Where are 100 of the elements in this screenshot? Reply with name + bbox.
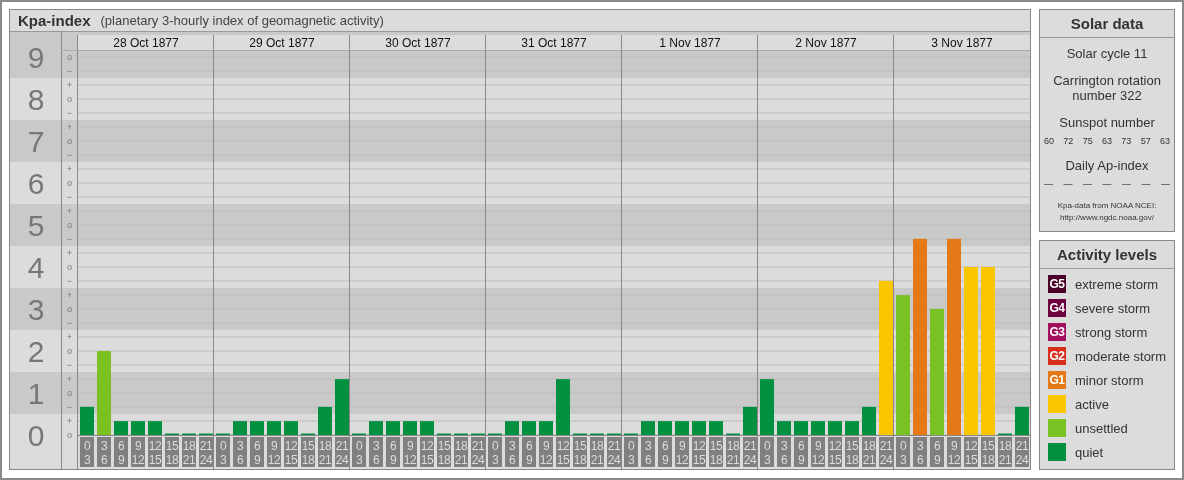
time-slot-label: 3 6 [97,437,111,467]
legend-label: strong storm [1075,324,1148,340]
y-subtick-label: o [67,136,72,146]
time-slot-label: 9 12 [267,437,281,467]
y-subtick-label: − [66,66,73,76]
time-slot-label: 21 24 [471,437,485,467]
legend-swatch: G2 [1048,347,1066,365]
y-subtick-label: − [66,318,73,328]
time-slot-label: 15 18 [709,437,723,467]
time-slot-label: 12 15 [692,437,706,467]
panel-title: Activity levels [1040,241,1175,269]
time-slot-label: 18 21 [998,437,1012,467]
time-slot-label: 3 6 [641,437,655,467]
y-subtick-label: + [66,416,73,426]
y-axis-label: 8 [27,83,45,116]
legend-label: minor storm [1075,372,1144,388]
time-slot-label: 6 9 [930,437,944,467]
time-slot-label: 12 15 [556,437,570,467]
time-slot-label: 3 6 [777,437,791,467]
y-subtick-label: − [66,108,73,118]
time-slot-label: 0 3 [760,437,774,467]
time-slot-label: 12 15 [828,437,842,467]
time-slot-label: 9 12 [131,437,145,467]
time-slot-label: 21 24 [1015,437,1029,467]
time-slot-label: 15 18 [165,437,179,467]
time-slot-label: 9 12 [811,437,825,467]
date-label: 28 Oct 1877 [113,36,179,50]
y-axis-label: 2 [27,335,45,368]
time-slot-label: 12 15 [420,437,434,467]
y-subtick-label: o [67,52,72,62]
y-subtick-label: + [66,80,73,90]
y-subtick-label: − [66,150,73,160]
date-label: 30 Oct 1877 [385,36,451,50]
y-subtick-label: o [67,94,72,104]
legend-swatch: G1 [1048,371,1066,389]
time-slot-label: 18 21 [182,437,196,467]
ap-index-value: — [1083,179,1092,189]
time-slot-label: 0 3 [624,437,638,467]
legend-label: moderate storm [1075,348,1167,364]
time-slot-label: 18 21 [862,437,876,467]
time-slot-label: 6 9 [658,437,672,467]
y-axis-label: 0 [27,419,45,452]
y-subtick-label: − [66,234,73,244]
time-slot-label: 21 24 [607,437,621,467]
panel-title: Kpa-index [18,12,91,29]
legend-label: extreme storm [1075,276,1159,292]
time-slot-label: 0 3 [80,437,94,467]
time-slot-label: 12 15 [284,437,298,467]
time-slot-label: 15 18 [981,437,995,467]
time-slot-label: 21 24 [743,437,757,467]
time-slot-label: 21 24 [199,437,213,467]
time-slot-label: 6 9 [250,437,264,467]
time-slot-label: 3 6 [233,437,247,467]
ap-index-value: — [1102,179,1112,189]
time-slot-label: 12 15 [148,437,162,467]
date-label: 3 Nov 1877 [931,36,993,50]
sunspot-value: 60 [1044,136,1055,146]
time-slot-label: 15 18 [573,437,587,467]
legend-swatch: G3 [1048,323,1066,341]
carrington-text: Carrington rotation number 322 [1052,73,1162,103]
time-slot-label: 18 21 [454,437,468,467]
legend-label: severe storm [1075,300,1151,316]
panel-subtitle: (planetary 3-hourly index of geomagnetic activity) [100,13,384,28]
time-slot-label: 0 3 [216,437,230,467]
time-slot-label: 15 18 [845,437,859,467]
y-axis-label: 5 [27,209,45,242]
time-slot-label: 21 24 [335,437,349,467]
time-slot-label: 21 24 [879,437,893,467]
y-subtick-label: − [66,192,73,202]
sunspot-value: 63 [1160,136,1170,146]
time-slot-label: 18 21 [726,437,740,467]
y-subtick-label: o [67,430,72,440]
sunspot-value: 73 [1121,136,1132,146]
solar-cycle-text: Solar cycle 11 [1066,46,1148,61]
y-subtick-label: o [67,220,72,230]
y-subtick-label: + [66,332,73,342]
ap-index-value: — [1044,179,1053,189]
y-axis-label: 6 [27,167,45,200]
y-subtick-label: − [66,360,73,370]
time-slot-label: 18 21 [318,437,332,467]
time-slot-label: 3 6 [369,437,383,467]
sunspot-value: 72 [1063,136,1074,146]
time-slot-label: 15 18 [301,437,315,467]
y-axis-label: 1 [27,377,45,410]
sunspot-value: 57 [1140,136,1151,146]
date-label: 1 Nov 1877 [659,36,721,50]
legend-label: quiet [1075,444,1104,460]
y-subtick-label: + [66,122,73,132]
y-subtick-label: o [67,304,72,314]
sunspot-value: 63 [1102,136,1112,146]
y-axis-label: 7 [27,125,45,158]
y-subtick-label: + [66,248,73,258]
legend-label: active [1075,396,1109,412]
time-slot-label: 6 9 [522,437,536,467]
y-subtick-label: o [67,262,72,272]
source-note: Kpa-data from NOAA NCEI: [1057,201,1157,211]
y-subtick-label: + [66,290,73,300]
y-axis-label: 3 [27,293,45,326]
time-slot-label: 3 6 [913,437,927,467]
sunspot-heading: Sunspot number [1059,115,1155,130]
